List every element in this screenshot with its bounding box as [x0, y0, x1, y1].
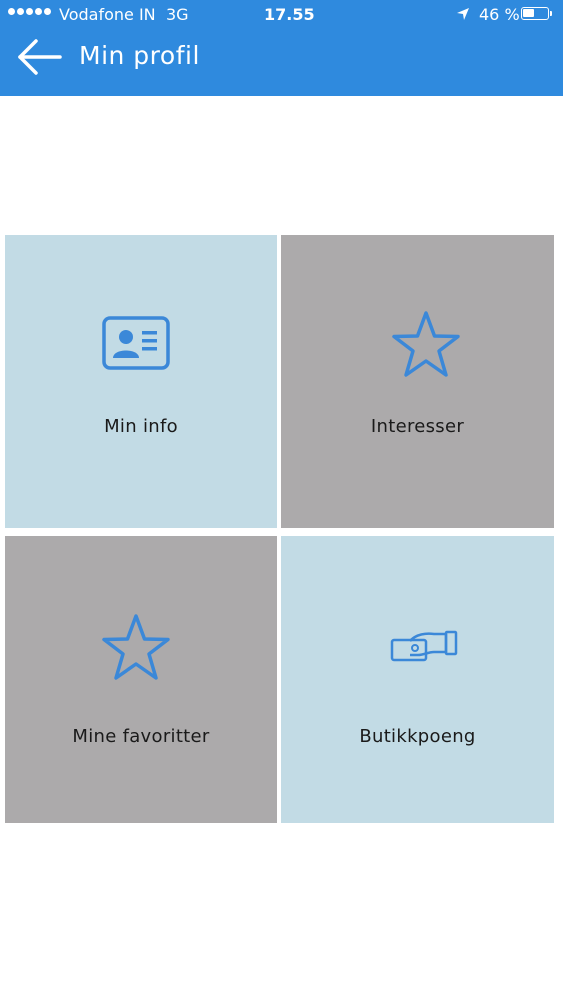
back-button[interactable]: [14, 36, 66, 78]
status-time: 17.55: [264, 5, 315, 24]
network-type: 3G: [166, 5, 189, 24]
carrier-name: Vodafone IN: [59, 5, 156, 24]
tile-interesser[interactable]: Interesser: [281, 235, 554, 528]
app-header: Vodafone IN 3G 17.55 46 % Min profil: [0, 0, 563, 96]
star-icon: [392, 311, 460, 377]
tile-label: Mine favoritter: [72, 726, 210, 747]
tile-label: Butikkpoeng: [359, 726, 476, 747]
arrow-left-icon: [18, 39, 62, 75]
tile-label: Interesser: [370, 416, 465, 437]
tile-butikkpoeng[interactable]: Butikkpoeng: [281, 536, 554, 823]
location-arrow-icon: [457, 8, 469, 20]
page-title: Min profil: [79, 41, 200, 70]
status-bar: Vodafone IN 3G 17.55 46 %: [0, 0, 563, 30]
signal-strength-icon: [8, 8, 51, 15]
hand-card-icon: [390, 630, 458, 662]
battery-percentage: 46 %: [479, 5, 520, 24]
tile-min-info[interactable]: Min info: [5, 235, 277, 528]
tile-mine-favoritter[interactable]: Mine favoritter: [5, 536, 277, 823]
battery-icon: [521, 7, 552, 20]
star-icon: [102, 614, 170, 680]
id-card-icon: [102, 316, 170, 370]
tile-label: Min info: [104, 416, 178, 437]
